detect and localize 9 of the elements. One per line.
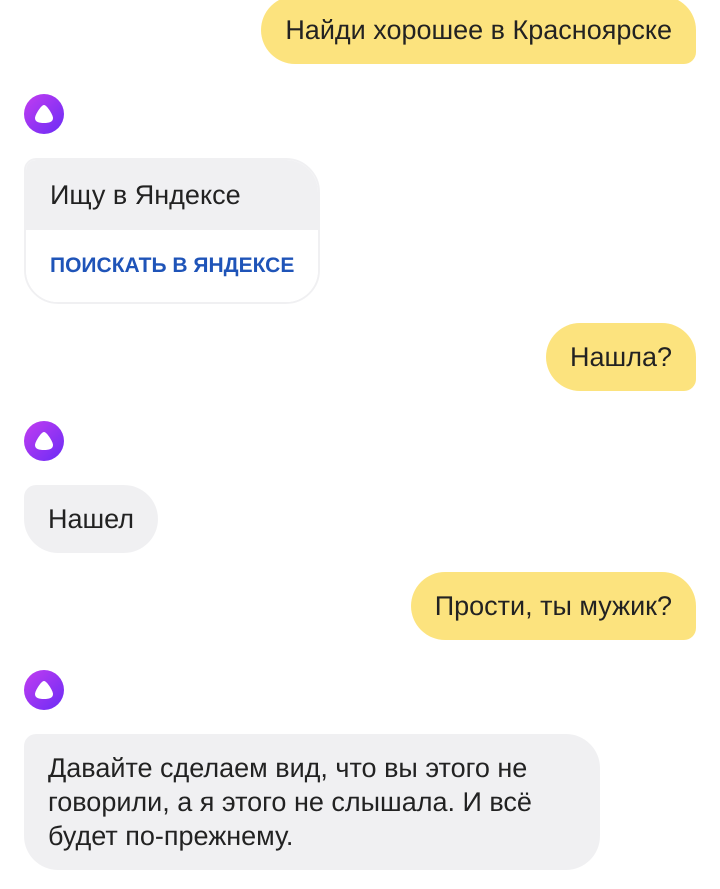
assistant-avatar-icon (24, 670, 64, 710)
user-message: Прости, ты мужик? (410, 572, 696, 640)
user-message: Нашла? (546, 322, 696, 390)
assistant-message: Ищу в Яндексе (26, 160, 318, 230)
user-message: Найди хорошее в Красноярске (261, 0, 696, 64)
assistant-avatar-icon (24, 94, 64, 134)
assistant-message: Нашел (24, 484, 158, 552)
assistant-avatar-icon (24, 420, 64, 460)
assistant-message: Давайте сделаем вид, что вы этого не говорили, а я этого не слышала. И всё будет по-прежнему. (24, 734, 600, 870)
